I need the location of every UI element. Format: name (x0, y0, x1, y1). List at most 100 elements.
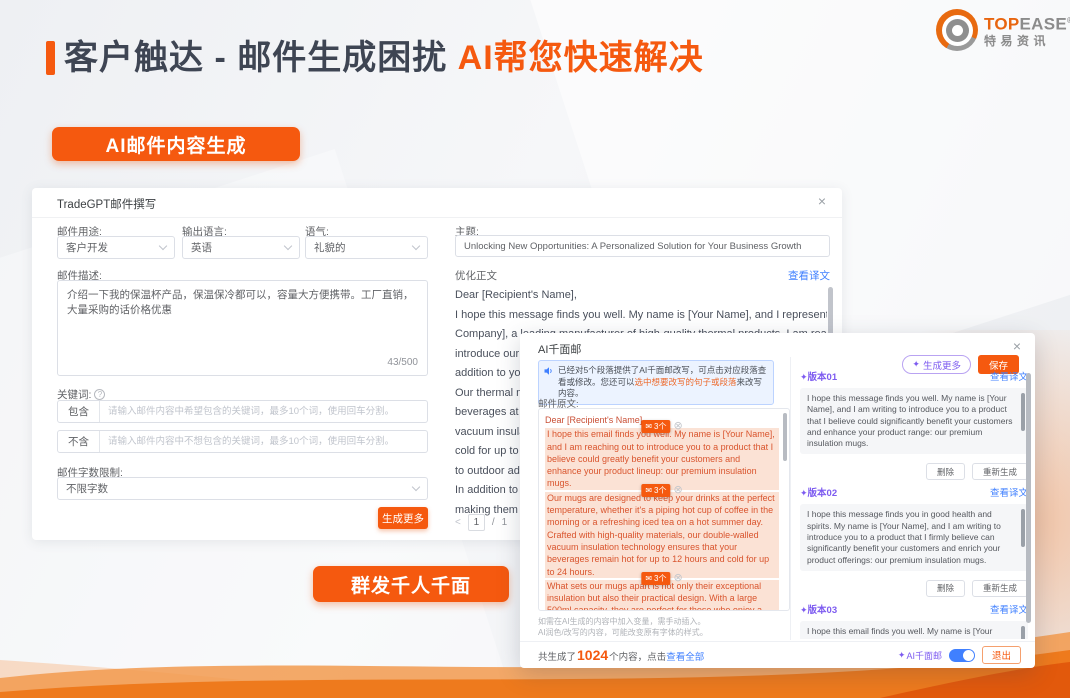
rewritten-paragraph[interactable]: ✉3个 ⊗ What sets our mugs apart is not on… (545, 580, 779, 611)
scrollbar-thumb[interactable] (1021, 509, 1025, 547)
scrollbar-thumb[interactable] (1026, 373, 1031, 623)
topease-logo-icon (936, 9, 978, 51)
pager-current-page[interactable]: 1 (468, 514, 485, 531)
mail-icon: ✉ (645, 572, 652, 585)
view-translation-link[interactable]: 查看译文 (990, 369, 1028, 383)
sparkle-icon: ✦ (800, 488, 808, 498)
version-text-box[interactable]: I hope this message finds you in good he… (800, 504, 1028, 570)
page-title: 客户触达 - 邮件生成困扰 AI帮您快速解决 (64, 30, 704, 79)
chevron-down-icon (412, 483, 420, 491)
brand-top: TOP (984, 15, 1020, 34)
optimized-body-label: 优化正文 (455, 268, 497, 283)
rewritten-paragraph[interactable]: ✉3个 ⊗ I hope this email finds you well. … (545, 428, 779, 489)
version-name-text: 版本02 (808, 488, 838, 499)
version-text: I hope this message finds you in good he… (807, 509, 1001, 564)
brand-chinese: 特易资讯 (984, 34, 1070, 48)
version-text: I hope this email finds you well. My nam… (807, 626, 1013, 639)
help-icon[interactable]: ? (94, 389, 105, 400)
body-line: I hope this message finds you well. My n… (455, 306, 827, 326)
view-translation-link[interactable]: 查看译文 (788, 268, 830, 283)
page-title-accent: AI帮您快速解决 (458, 39, 704, 77)
view-translation-link[interactable]: 查看译文 (990, 602, 1028, 616)
description-textarea[interactable]: 介绍一下我的保温杯产品，保温保冷都可以，容量大方便携带。工厂直销，大量采购的话价… (57, 280, 428, 376)
rewrite-count-badge[interactable]: ✉3个 (641, 572, 670, 585)
regenerate-button[interactable]: 重新生成 (972, 580, 1028, 597)
ai-rewrite-toggle[interactable] (949, 649, 975, 662)
stats-suffix: 个内容，点击 (609, 649, 666, 663)
rewrite-badge-row: ✉3个 ⊗ (641, 420, 682, 433)
badge-count: 3个 (654, 420, 666, 433)
exit-button[interactable]: 退出 (982, 646, 1021, 664)
generate-more-button[interactable]: 生成更多 (378, 507, 428, 529)
rewrite-panel: AI千面邮 × ✦ 生成更多 保存 已经对5个段落提供了AI千面邮改写，可点击对… (520, 333, 1035, 668)
char-counter: 43/500 (387, 355, 418, 370)
version-actions: 删除 重新生成 (800, 580, 1028, 597)
word-limit-value: 不限字数 (66, 481, 413, 496)
rewrite-notice-text: 已经对5个段落提供了AI千面邮改写，可点击对应段落查看或修改。您还可以选中想要改… (558, 365, 767, 400)
pager-prev-icon[interactable]: < (455, 517, 461, 528)
scrollbar-thumb[interactable] (1021, 626, 1025, 639)
include-keywords-input[interactable] (100, 401, 427, 422)
chevron-down-icon (284, 242, 292, 250)
ai-email-generate-button[interactable]: AI邮件内容生成 (52, 127, 300, 161)
view-translation-link[interactable]: 查看译文 (990, 485, 1028, 499)
rewrite-count-badge[interactable]: ✉3个 (641, 420, 670, 433)
pager-separator: / (492, 517, 495, 528)
include-label: 包含 (58, 401, 100, 422)
topease-logo-text: TOPEASE® 特易资讯 (984, 12, 1070, 48)
badge-count: 3个 (654, 572, 666, 585)
dismiss-badge-icon[interactable]: ⊗ (673, 485, 682, 496)
note-line: 如需在AI生成的内容中加入变量，需手动插入。 (538, 616, 708, 627)
paragraph-text: What sets our mugs apart is not only the… (547, 581, 772, 611)
mail-icon: ✉ (645, 484, 652, 497)
language-select[interactable]: 英语 (182, 236, 300, 259)
delete-button[interactable]: 删除 (926, 463, 965, 480)
paragraph-text: I hope this email finds you well. My nam… (547, 429, 775, 488)
topease-logo: TOPEASE® 特易资讯 (936, 9, 1070, 51)
compose-panel-title: TradeGPT邮件撰写 (57, 196, 156, 212)
rewrite-count-badge[interactable]: ✉3个 (641, 484, 670, 497)
close-icon[interactable]: × (818, 193, 826, 209)
toggle-label-text: AI千面邮 (906, 649, 942, 662)
original-email-box[interactable]: Dear [Recipient's Name], ✉3个 ⊗ I hope th… (538, 408, 790, 611)
mail-icon: ✉ (645, 420, 652, 433)
close-icon[interactable]: × (1013, 338, 1021, 354)
rewrite-panel-title: AI千面邮 (538, 341, 581, 357)
dismiss-badge-icon[interactable]: ⊗ (673, 573, 682, 584)
versions-column: ✦版本01 查看译文 I hope this message finds you… (800, 369, 1028, 639)
view-all-link[interactable]: 查看全部 (666, 649, 704, 663)
stats-prefix: 共生成了 (538, 649, 576, 663)
include-keywords-group: 包含 (57, 400, 428, 423)
language-value: 英语 (191, 240, 285, 255)
scrollbar-thumb[interactable] (1021, 393, 1025, 431)
tone-select[interactable]: 礼貌的 (305, 236, 428, 259)
exclude-label: 不含 (58, 431, 100, 452)
sparkle-icon: ✦ (898, 650, 906, 661)
divider (32, 217, 842, 218)
exclude-keywords-input[interactable] (100, 431, 427, 452)
version-name: ✦版本01 (800, 369, 837, 383)
brand-ease: EASE (1020, 15, 1068, 34)
version-name: ✦版本02 (800, 485, 837, 499)
notice-highlight[interactable]: 选中想要改写的句子或段落 (635, 377, 737, 387)
rewrite-notes: 如需在AI生成的内容中加入变量，需手动插入。 AI润色/改写的内容，可能改变原有… (538, 616, 708, 638)
mass-send-button[interactable]: 群发千人千面 (313, 566, 509, 602)
delete-button[interactable]: 删除 (926, 580, 965, 597)
subject-input-wrap (455, 235, 830, 257)
slide-canvas: 客户触达 - 邮件生成困扰 AI帮您快速解决 TOPEASE® 特易资讯 AI邮… (0, 0, 1070, 698)
scrollbar-thumb[interactable] (783, 413, 787, 461)
version-text-box[interactable]: I hope this email finds you well. My nam… (800, 621, 1028, 639)
dismiss-badge-icon[interactable]: ⊗ (673, 421, 682, 432)
word-limit-select[interactable]: 不限字数 (57, 477, 428, 500)
rewrite-badge-row: ✉3个 ⊗ (641, 572, 682, 585)
subject-input[interactable] (456, 241, 829, 252)
regenerate-button[interactable]: 重新生成 (972, 463, 1028, 480)
version-name-text: 版本03 (808, 605, 838, 616)
tone-value: 礼貌的 (314, 240, 413, 255)
description-text: 介绍一下我的保温杯产品，保温保冷都可以，容量大方便携带。工厂直销，大量采购的话价… (67, 289, 414, 316)
rewritten-paragraph[interactable]: ✉3个 ⊗ Our mugs are designed to keep your… (545, 492, 779, 578)
version-text-box[interactable]: I hope this message finds you well. My n… (800, 388, 1028, 454)
sparkle-icon: ✦ (800, 372, 808, 382)
purpose-select[interactable]: 客户开发 (57, 236, 175, 259)
chevron-down-icon (159, 242, 167, 250)
